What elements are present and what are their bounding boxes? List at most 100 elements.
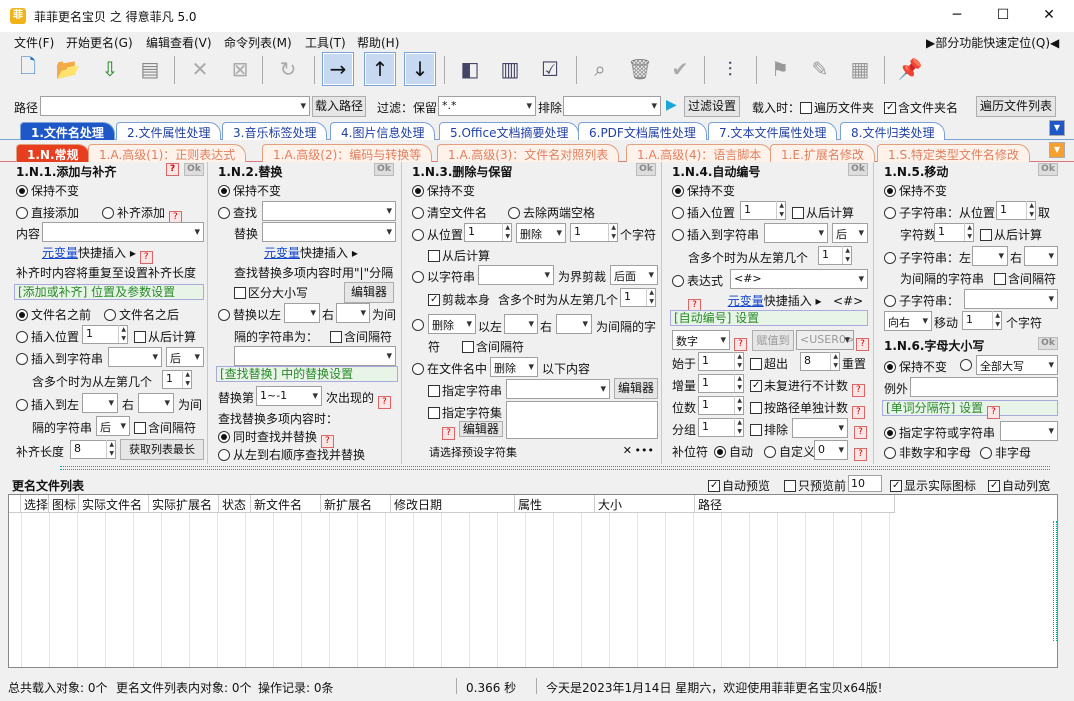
p5-left-input[interactable] [972,246,1008,266]
col-size[interactable]: 大小 [595,495,695,513]
tabs-dropdown-icon[interactable]: ▼ [1049,120,1065,136]
file-grid[interactable]: 选择 图标 实际文件名 实际扩展名 状态 新文件名 新扩展名 修改日期 属性 大… [8,494,1058,668]
p2-simultaneous-radio[interactable]: 同时查找并替换 ? [218,428,334,448]
p3-by-string-radio[interactable]: 以字符串 [412,268,475,285]
splitter[interactable] [60,466,1050,470]
tab-music-tag[interactable]: 3.音乐标签处理 [222,122,328,140]
tab-script[interactable]: 1.A.高级(4)：语言脚本 [626,144,773,162]
open-folder-icon[interactable]: 📂 [52,52,84,86]
p5-substring-radio[interactable]: 子字符串： [884,292,959,309]
refresh-icon[interactable]: ↻ [272,52,304,86]
p1-insert-pos-radio[interactable]: 插入位置 [16,328,79,345]
auto-preview-checkbox[interactable]: 自动预览 [708,477,770,494]
p2-find-input[interactable] [262,201,396,221]
p3-delete-select[interactable]: 删除 [516,223,566,243]
p4-group-spinner[interactable]: 1 [698,418,744,437]
p3-str-select[interactable] [506,379,610,399]
tab-file-attr[interactable]: 2.文件属性处理 [116,122,222,140]
grid-splitter[interactable] [1053,521,1057,641]
p3-charset-textarea[interactable] [506,401,658,439]
p1-insert-between-radio[interactable]: 插入到左 [16,396,79,413]
p2-sep-input[interactable] [234,346,396,366]
p5-direction-select[interactable]: 向右 [884,311,932,331]
p6-keep-radio[interactable]: 保持不变 [884,358,947,375]
tab-extension[interactable]: 1.E.扩展名修改 [770,144,875,162]
move-right-icon[interactable]: → [322,52,354,86]
p4-exceed-spinner[interactable]: 8 [800,352,840,371]
p2-replace-between-radio[interactable]: 替换以左 [218,306,281,323]
p3-editor-button[interactable]: 编辑器 [614,378,658,399]
p2-meta-link[interactable]: 元变量快捷插入 ▸ [264,244,358,261]
p2-nth-select[interactable]: 1~-1 [256,386,322,406]
filter-settings-button[interactable]: 过滤设置 [684,96,740,117]
menu-tools[interactable]: 工具(T) [305,34,346,51]
p3-pos-spinner[interactable]: 1 [464,223,512,242]
p4-digits-spinner[interactable]: 1 [698,396,744,415]
p1-nth-spinner[interactable]: 1 [162,370,192,389]
col-icon[interactable]: 图标 [49,495,79,513]
p6-specify-radio[interactable]: 指定字符或字符串 [884,424,995,441]
tab-office-summary[interactable]: 5.Office文档摘要处理 [439,122,580,140]
p1-after-select[interactable]: 后 [166,347,204,367]
col-actual-ext[interactable]: 实际扩展名 [149,495,219,513]
preview-count-input[interactable]: 10 [848,475,882,492]
p2-find-radio[interactable]: 查找 [218,204,257,221]
col-actual-name[interactable]: 实际文件名 [79,495,149,513]
panel1-ok-button[interactable]: Ok [184,163,204,176]
subtabs-dropdown-icon[interactable]: ▼ [1049,142,1065,158]
p6-non-letter-radio[interactable]: 非字母 [980,444,1031,461]
panel6-ok-button[interactable]: Ok [1038,337,1058,350]
column-left-icon[interactable]: ◧ [454,52,486,86]
p4-custom-radio[interactable]: 自定义 [764,443,815,460]
p4-exclude-checkbox[interactable]: 排除 [750,421,788,438]
p4-after-select[interactable]: 后 [832,223,868,243]
col-modified[interactable]: 修改日期 [391,495,515,513]
check-circle-icon[interactable]: ✔ [664,52,696,86]
p3-trim-radio[interactable]: 去除两端空格 [508,204,595,221]
close-button[interactable]: ✕ [1026,0,1072,32]
pin-icon[interactable]: 📌 [894,52,926,86]
p3-behind-select[interactable]: 后面 [610,265,658,285]
p1-direct-add-radio[interactable]: 直接添加 [16,204,79,221]
p3-from-pos-radio[interactable]: 从位置 [412,226,463,243]
p6-exception-input[interactable] [910,377,1058,397]
p1-right-input[interactable] [138,393,174,413]
load-list-icon[interactable]: ▤ [134,52,166,86]
column-icon[interactable]: ▥ [494,52,526,86]
p3-crop-self-checkbox[interactable]: 剪裁本身 [428,291,490,308]
p1-left-input[interactable] [82,393,118,413]
p3-del3-select[interactable]: 删除 [490,357,538,377]
tab-mapping[interactable]: 1.A.高级(3)：文件名对照列表 [437,144,620,162]
p4-keep-radio[interactable]: 保持不变 [672,182,735,199]
filter-input[interactable]: *.* [438,96,536,116]
p3-include-sep-checkbox[interactable]: 含间隔符 [462,338,524,355]
play-icon[interactable]: ▶ [666,97,677,113]
adjust-icon[interactable]: ⫶ [714,52,746,86]
tab-file-classify[interactable]: 8.文件归类处理 [840,122,946,140]
p5-count-spinner[interactable]: 1 [934,223,974,242]
menu-help[interactable]: 帮助(H) [357,34,399,51]
col-select[interactable]: 选择 [21,495,49,513]
panel5-ok-button[interactable]: Ok [1038,163,1058,176]
p3-from-back-checkbox[interactable]: 从后计算 [428,247,490,264]
remove-icon[interactable]: ⊠ [224,52,256,86]
p5-substring-from-radio[interactable]: 子字符串：从位置 [884,204,995,221]
move-down-icon[interactable]: ↓ [404,52,436,86]
exclude-input[interactable] [563,96,661,116]
p3-left-input[interactable] [504,314,538,334]
p4-from-back-checkbox[interactable]: 从后计算 [792,204,854,221]
p4-custom-input[interactable]: 0 [814,440,848,460]
p3-preset-field[interactable]: 请选择预设字符集 ✕ ••• [426,442,658,462]
traverse-list-button[interactable]: 遍历文件列表 [976,96,1056,117]
p4-assign-button[interactable]: 赋值到 [752,330,794,351]
p2-sequential-radio[interactable]: 从左到右顺序查找并替换 [218,446,365,463]
p3-clear-name-radio[interactable]: 清空文件名 [412,204,487,221]
p3-del-between-radio[interactable] [412,318,427,332]
p3-right-input[interactable] [556,314,592,334]
col-new-ext[interactable]: 新扩展名 [321,495,391,513]
include-folder-checkbox[interactable]: 含文件夹名 [884,99,958,116]
path-input[interactable] [40,96,310,116]
move-up-icon[interactable]: ↑ [364,52,396,86]
edit-doc-icon[interactable]: ✎ [804,52,836,86]
tab-text-attr[interactable]: 7.文本文件属性处理 [708,122,838,140]
